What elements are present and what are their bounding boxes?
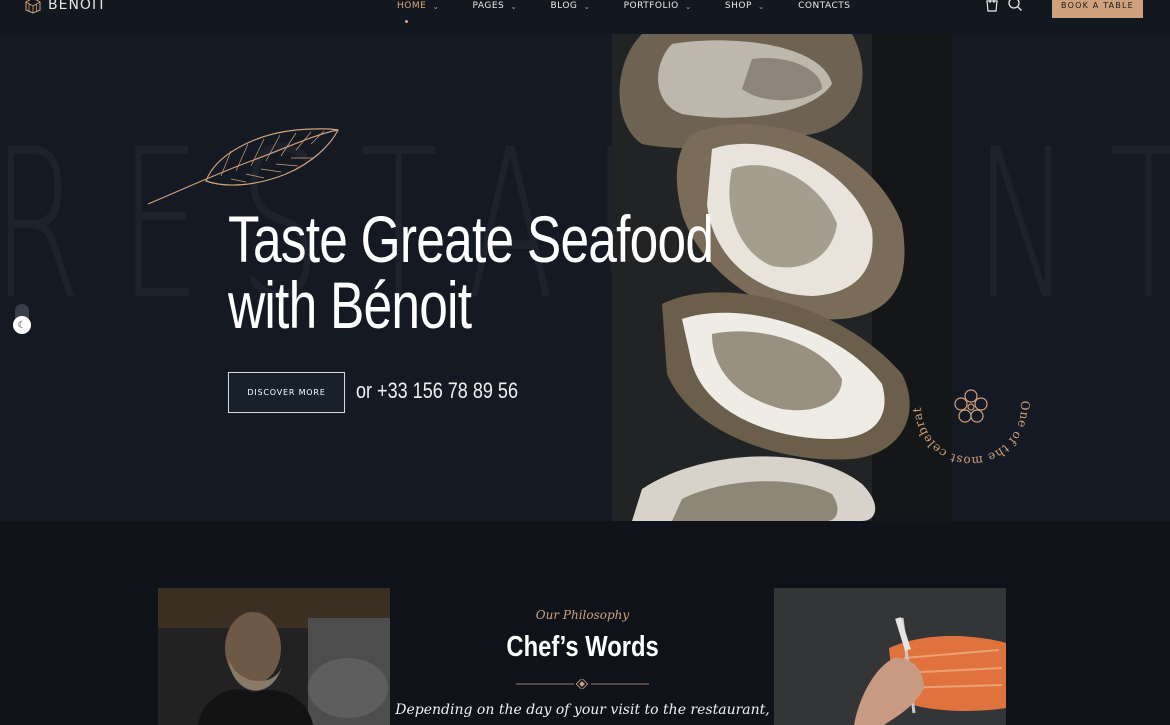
hero-title-line-2: with Bénoit: [228, 268, 472, 342]
chevron-down-icon: ⌄: [432, 1, 440, 11]
award-badge: One of the most celebrated restaurants i…: [905, 341, 1032, 468]
logo-text: BENOIT: [48, 0, 107, 13]
nav-item-label: PORTFOLIO: [623, 1, 679, 11]
nav-item-shop[interactable]: SHOP ⌄: [725, 1, 765, 11]
nav-item-label: HOME: [397, 1, 427, 11]
philosophy-section: Our Philosophy Chef’s Words Depending on…: [0, 521, 1170, 725]
logo[interactable]: BENOIT: [24, 0, 107, 16]
active-indicator: [405, 20, 408, 23]
phone-number: or +33 156 78 89 56: [356, 378, 519, 403]
nav-item-label: CONTACTS: [798, 1, 851, 11]
feather-icon: [147, 128, 339, 205]
site-header: BENOIT HOME ⌄ PAGES ⌄ BLOG ⌄ PORTFOLIO ⌄…: [0, 0, 1170, 34]
salmon-photo: [774, 588, 1006, 725]
nav-item-contacts[interactable]: CONTACTS: [798, 1, 850, 11]
logo-icon: [25, 0, 41, 14]
nav-item-blog[interactable]: BLOG ⌄: [550, 1, 590, 11]
discover-more-button[interactable]: DISCOVER MORE: [227, 371, 346, 414]
hero-title: Taste Greate Seafood with Bénoit: [228, 202, 714, 342]
chevron-down-icon: ⌄: [510, 1, 518, 11]
nav-item-label: SHOP: [724, 1, 752, 11]
chevron-down-icon: ⌄: [684, 1, 692, 11]
chevron-down-icon: ⌄: [757, 1, 766, 11]
nav-item-pages[interactable]: PAGES ⌄: [473, 1, 518, 11]
moon-icon[interactable]: ☾: [13, 316, 31, 334]
hero-title-line-1: Taste Greate Seafood: [228, 202, 714, 276]
bag-icon[interactable]: [984, 0, 1000, 12]
main-nav: HOME ⌄ PAGES ⌄ BLOG ⌄ PORTFOLIO ⌄ SHOP ⌄…: [397, 0, 884, 23]
chevron-down-icon: ⌄: [583, 1, 591, 11]
nav-item-portfolio[interactable]: PORTFOLIO ⌄: [624, 1, 692, 11]
nav-item-label: PAGES: [472, 1, 505, 11]
nav-item-label: BLOG: [550, 1, 578, 11]
hero-section: RESTAURANT Taste Greate Seafood: [0, 34, 1170, 521]
search-icon[interactable]: [1007, 0, 1023, 12]
book-table-button[interactable]: BOOK A TABLE: [1052, 0, 1143, 18]
flower-icon: [954, 389, 988, 423]
nav-item-home[interactable]: HOME ⌄: [397, 1, 440, 23]
ornament-divider: [516, 679, 649, 689]
